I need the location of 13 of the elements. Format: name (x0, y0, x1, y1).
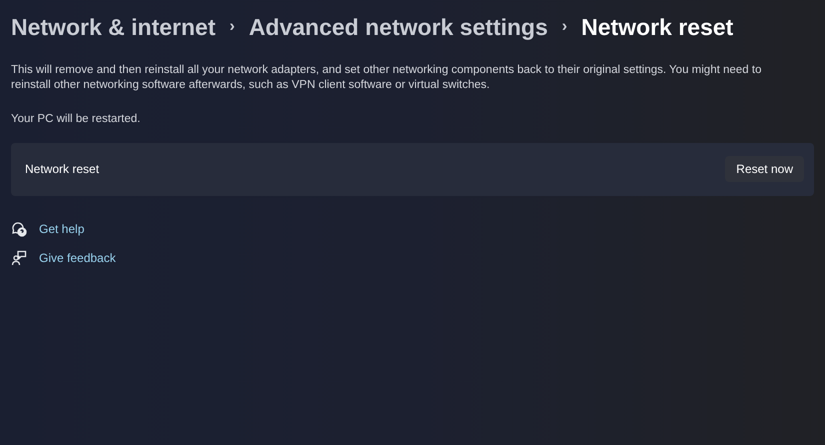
help-link[interactable]: Get help (39, 220, 84, 238)
card-label: Network reset (25, 161, 100, 178)
breadcrumb-item[interactable]: Network & internet (11, 10, 216, 44)
breadcrumb-item[interactable]: Advanced network settings (248, 10, 548, 44)
description-text: This will remove and then reinstall all your network adapters, and set other networking components back to their original settings. You might need to reinstall other networking software afterwards, such as VPN client software or virtual switches. (11, 62, 762, 92)
feedback-icon (11, 250, 27, 266)
restart-note: Your PC will be restarted. (11, 112, 142, 126)
help-icon (11, 220, 27, 237)
breadcrumb-separator: › (229, 17, 235, 38)
feedback-link[interactable]: Give feedback (39, 248, 116, 267)
breadcrumb-item: Network reset (581, 13, 734, 42)
reset-now-button[interactable]: Reset now (725, 156, 804, 182)
breadcrumb-separator: › (562, 17, 568, 38)
